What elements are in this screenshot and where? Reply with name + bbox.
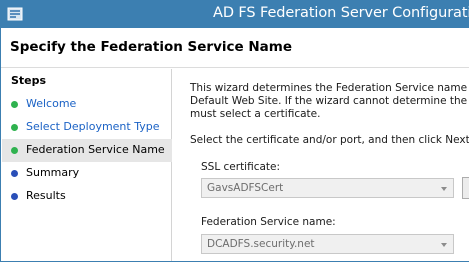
step-label[interactable]: Select Deployment Type [26,120,159,133]
chevron-down-icon [441,187,447,191]
wizard-description: This wizard determines the Federation Se… [190,82,469,121]
wizard-window: AD FS Federation Server Configuration Sp… [0,0,469,262]
page-header: Specify the Federation Service Name [1,28,469,68]
description-line: This wizard determines the Federation Se… [190,82,469,94]
steps-sidebar: Steps Welcome Select Deployment Type Fed… [2,69,172,261]
description-line: Default Web Site. If the wizard cannot d… [190,95,469,107]
window-title: AD FS Federation Server Configuration [213,5,469,21]
step-label[interactable]: Welcome [26,97,76,110]
pending-dot-icon [11,193,18,200]
completed-dot-icon [11,124,18,131]
federation-service-name-value: DCADFS.security.net [207,238,315,250]
step-results: Results [2,185,172,208]
step-label: Federation Service Name [26,143,165,156]
step-label: Summary [26,166,80,179]
federation-service-name-label: Federation Service name: [201,216,336,228]
step-summary: Summary [2,162,172,185]
instruction-text: Select the certificate and/or port, and … [190,134,469,146]
ssl-certificate-label: SSL certificate: [201,161,281,173]
main-panel: This wizard determines the Federation Se… [173,69,469,261]
step-select-deployment-type[interactable]: Select Deployment Type [2,116,172,139]
steps-heading: Steps [11,74,47,87]
page-title: Specify the Federation Service Name [10,39,293,55]
server-wizard-icon [7,7,23,21]
view-certificate-button[interactable] [462,177,469,199]
step-federation-service-name: Federation Service Name [2,139,172,162]
chevron-down-icon [441,243,447,247]
step-label: Results [26,189,66,202]
step-welcome[interactable]: Welcome [2,93,172,116]
federation-service-name-select[interactable]: DCADFS.security.net [201,234,454,254]
pending-dot-icon [11,170,18,177]
description-line: must select a certificate. [190,108,321,120]
current-dot-icon [11,147,18,154]
ssl-certificate-select[interactable]: GavsADFSCert [201,178,454,198]
completed-dot-icon [11,101,18,108]
title-bar[interactable]: AD FS Federation Server Configuration [1,1,469,28]
ssl-certificate-value: GavsADFSCert [207,182,284,194]
